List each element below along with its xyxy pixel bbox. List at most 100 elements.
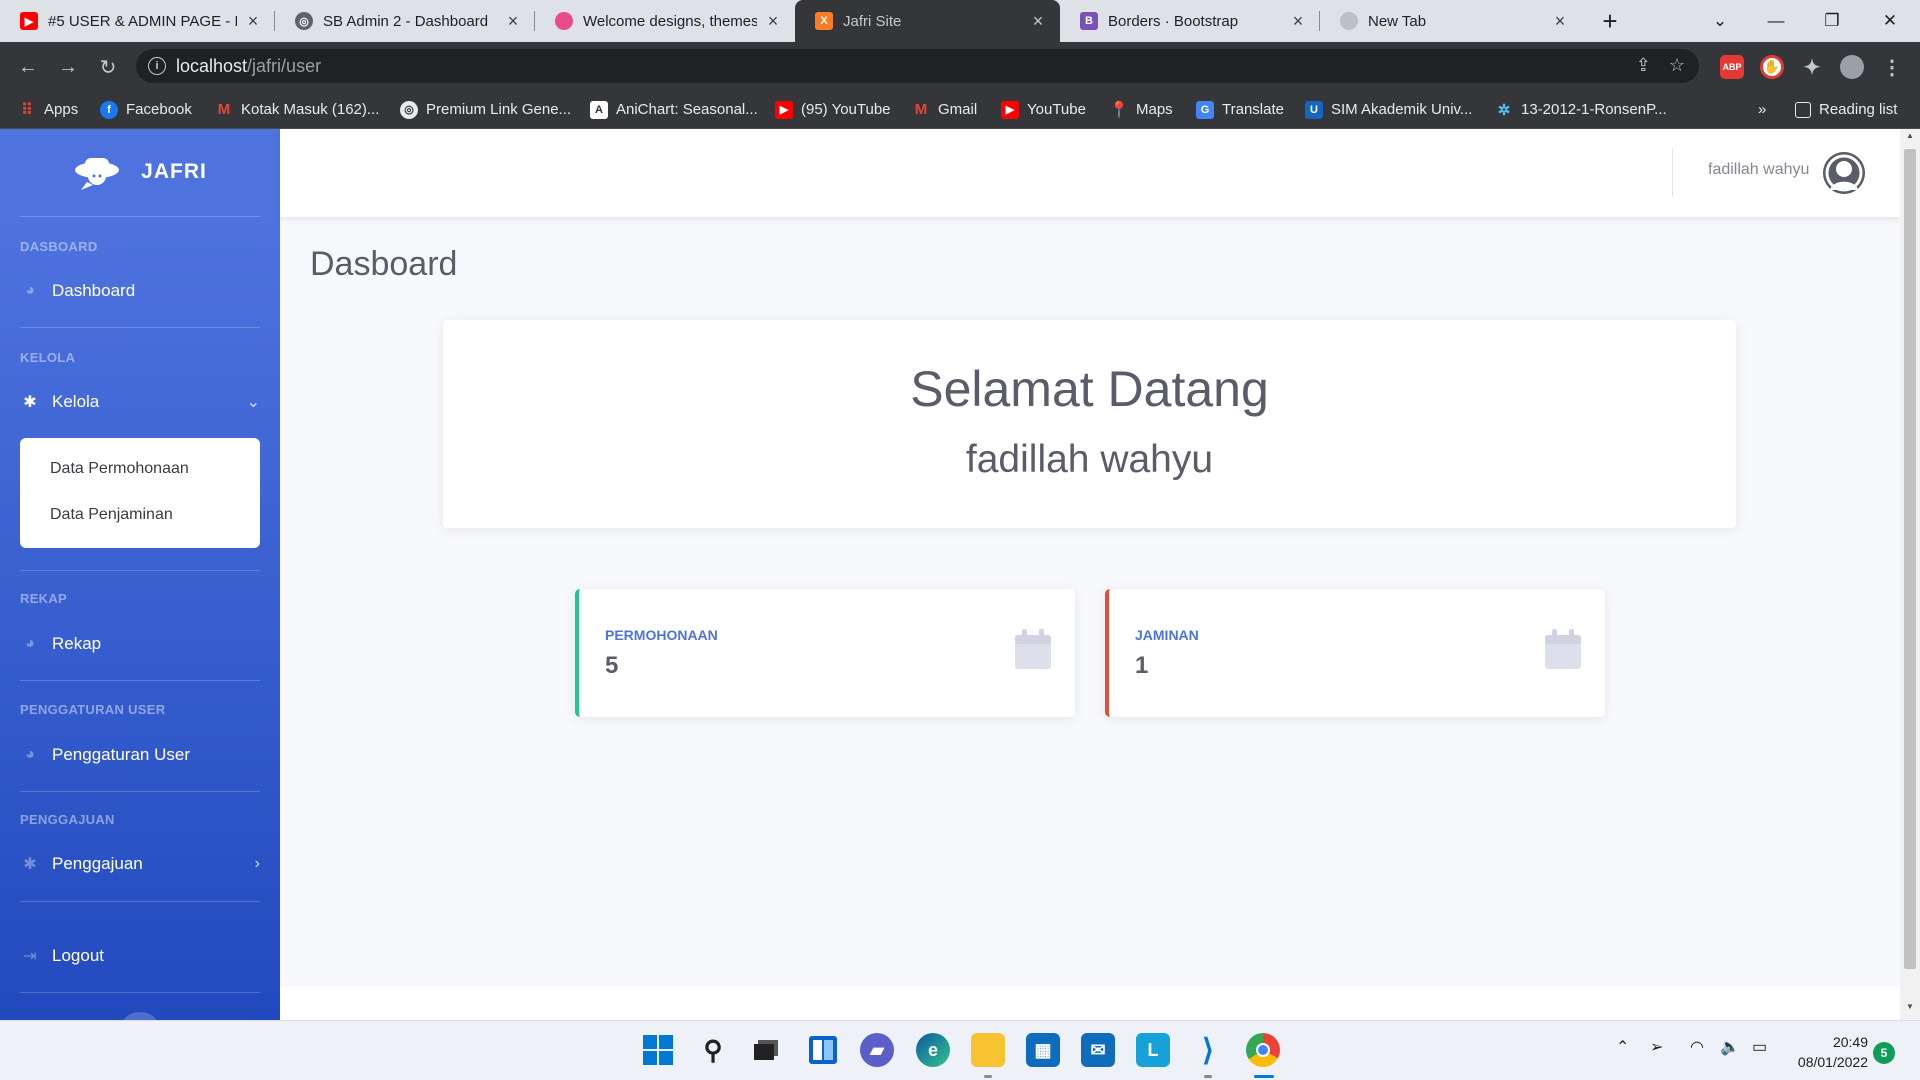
tab-bootstrap[interactable]: B Borders · Bootstrap × (1060, 0, 1320, 42)
sidebar-item-label: Kelola (52, 392, 100, 411)
search-icon[interactable]: ⚲ (696, 1033, 730, 1067)
anichart-icon: A (590, 100, 608, 119)
youtube-icon: ▶ (775, 100, 793, 119)
sidebar-brand[interactable]: JAFRI (0, 129, 280, 215)
wifi-icon[interactable]: ◠ (1690, 1037, 1704, 1057)
scrollbar-thumb[interactable] (1904, 149, 1916, 969)
widgets-icon[interactable] (806, 1033, 840, 1067)
location-arrow-icon[interactable]: ➢ (1650, 1037, 1663, 1057)
sidebar-item-logout[interactable]: ⇥ Logout (20, 938, 260, 974)
bookmark-gmail[interactable]: M Gmail (912, 90, 977, 129)
close-icon[interactable]: × (1028, 11, 1048, 32)
stat-card-jaminan: JAMINAN 1 (1105, 589, 1605, 717)
reading-list-button[interactable]: Reading list (1795, 90, 1897, 129)
minimize-button[interactable]: — (1748, 0, 1804, 42)
edge-browser-icon[interactable]: e (916, 1033, 950, 1067)
sidebar-item-penggajuan[interactable]: ✱ Penggajuan › (20, 846, 260, 882)
address-bar[interactable]: i localhost/jafri/user ⇪ ☆ (136, 49, 1699, 83)
calendar-icon (1545, 629, 1581, 669)
battery-icon[interactable]: ▭ (1752, 1037, 1767, 1057)
bookmark-sim-akademik[interactable]: U SIM Akademik Univ... (1305, 90, 1472, 129)
bookmark-label: Facebook (126, 101, 192, 118)
sidebar-item-rekap[interactable]: ◕ Rekap (20, 626, 260, 662)
bookmark-ronsen[interactable]: ✲ 13-2012-1-RonsenP... (1495, 90, 1667, 129)
notification-badge[interactable]: 5 (1873, 1042, 1895, 1064)
bookmark-youtube-95[interactable]: ▶ (95) YouTube (775, 90, 891, 129)
tachometer-icon: ◕ (25, 746, 35, 763)
page-footer (280, 987, 1900, 1020)
adblock-plus-icon[interactable]: ABP (1720, 55, 1744, 79)
tab-strip: ▶ #5 USER & ADMIN PAGE - P × ◎ SB Admin … (0, 0, 1920, 42)
show-hidden-icons-chevron-icon[interactable]: ⌃ (1616, 1037, 1629, 1057)
user-avatar-icon[interactable] (1823, 152, 1865, 194)
extensions-puzzle-icon[interactable]: ✦ (1800, 55, 1824, 79)
bookmark-maps[interactable]: 📍 Maps (1109, 90, 1173, 129)
sidebar-item-penggaturan-user[interactable]: ◕ Penggaturan User (20, 737, 260, 773)
new-tab-button[interactable]: + (1595, 6, 1625, 36)
reload-icon[interactable]: ↻ (94, 53, 122, 81)
submenu-item-data-permohonaan[interactable]: Data Permohonaan (50, 460, 189, 478)
bookmark-star-icon[interactable]: ☆ (1669, 55, 1685, 76)
tab-youtube[interactable]: ▶ #5 USER & ADMIN PAGE - P × (0, 0, 275, 42)
more-bookmarks-button[interactable]: » (1758, 90, 1766, 129)
bookmark-translate[interactable]: G Translate (1196, 90, 1284, 129)
close-window-button[interactable]: ✕ (1862, 0, 1918, 42)
bookmark-premium-link[interactable]: ◎ Premium Link Gene... (400, 90, 571, 129)
stat-value: 5 (605, 652, 619, 679)
tab-search-icon[interactable]: ⌄ (1692, 0, 1748, 42)
forward-arrow-icon[interactable]: → (54, 53, 82, 81)
welcome-card: Selamat Datang fadillah wahyu (443, 320, 1736, 528)
mail-icon[interactable]: ✉ (1081, 1033, 1115, 1067)
file-explorer-icon[interactable] (971, 1033, 1005, 1067)
browser-toolbar: ← → ↻ i localhost/jafri/user ⇪ ☆ ABP ✋ ✦… (0, 42, 1920, 90)
tab-jafri-site[interactable]: X Jafri Site × (795, 0, 1060, 42)
chevron-right-icon: › (254, 855, 260, 872)
gmail-icon: M (217, 101, 231, 118)
close-icon[interactable]: × (503, 11, 523, 32)
chrome-icon[interactable] (1246, 1033, 1280, 1067)
topbar-user-name[interactable]: fadillah wahyu (1708, 161, 1809, 179)
microsoft-store-icon[interactable]: ▦ (1026, 1033, 1060, 1067)
bookmark-facebook[interactable]: f Facebook (100, 90, 192, 129)
bookmark-kotak-masuk[interactable]: M Kotak Masuk (162)... (215, 90, 380, 129)
tab-sb-admin[interactable]: ◎ SB Admin 2 - Dashboard × (275, 0, 535, 42)
windows-start-icon[interactable] (641, 1033, 675, 1067)
sidebar-divider (20, 327, 260, 328)
vscode-icon[interactable]: ⟩ (1191, 1033, 1225, 1067)
menu-kebab-icon[interactable]: ⋮ (1880, 55, 1904, 79)
tab-new-tab[interactable]: New Tab × (1320, 0, 1582, 42)
sidebar-item-dashboard[interactable]: ◕ Dashboard (20, 273, 260, 309)
teams-chat-icon[interactable]: ▰ (860, 1033, 894, 1067)
app-l-icon[interactable]: L (1136, 1033, 1170, 1067)
volume-icon[interactable]: 🔈 (1720, 1037, 1740, 1057)
submenu-item-data-penjaminan[interactable]: Data Penjaminan (50, 506, 173, 524)
task-view-icon[interactable] (749, 1033, 783, 1067)
system-clock[interactable]: 20:49 08/01/2022 (1790, 1032, 1868, 1072)
stat-value: 1 (1135, 652, 1149, 679)
scroll-down-icon[interactable]: ▼ (1900, 1002, 1920, 1018)
close-icon[interactable]: × (763, 11, 783, 32)
page-scrollbar[interactable]: ▲ ▼ (1900, 129, 1920, 1020)
scroll-up-icon[interactable]: ▲ (1900, 131, 1920, 147)
share-icon[interactable]: ⇪ (1636, 55, 1651, 76)
university-icon: U (1305, 100, 1323, 119)
close-icon[interactable]: × (1288, 11, 1308, 32)
close-icon[interactable]: × (243, 11, 263, 32)
tab-dribbble[interactable]: Welcome designs, themes, t × (535, 0, 795, 42)
tab-title: #5 USER & ADMIN PAGE - P (48, 12, 237, 30)
ublock-icon[interactable]: ✋ (1760, 55, 1784, 79)
reading-list-label: Reading list (1819, 101, 1898, 118)
restore-button[interactable]: ❐ (1804, 0, 1860, 42)
site-info-icon[interactable]: i (148, 57, 166, 75)
sidebar-item-kelola[interactable]: ✱ Kelola ⌄ (20, 384, 260, 420)
bookmark-apps[interactable]: ⠿ Apps (18, 90, 78, 129)
profile-avatar-icon[interactable] (1840, 55, 1864, 79)
bookmark-label: Translate (1222, 101, 1284, 118)
heading-dasboard: DASBOARD (20, 239, 98, 254)
bookmark-youtube[interactable]: ▶ YouTube (1001, 90, 1086, 129)
close-icon[interactable]: × (1550, 11, 1570, 32)
bookmark-anichart[interactable]: A AniChart: Seasonal... (590, 90, 758, 129)
back-arrow-icon[interactable]: ← (14, 53, 42, 81)
topbar-divider (1672, 149, 1673, 197)
sidebar-item-label: Penggajuan (52, 854, 143, 873)
